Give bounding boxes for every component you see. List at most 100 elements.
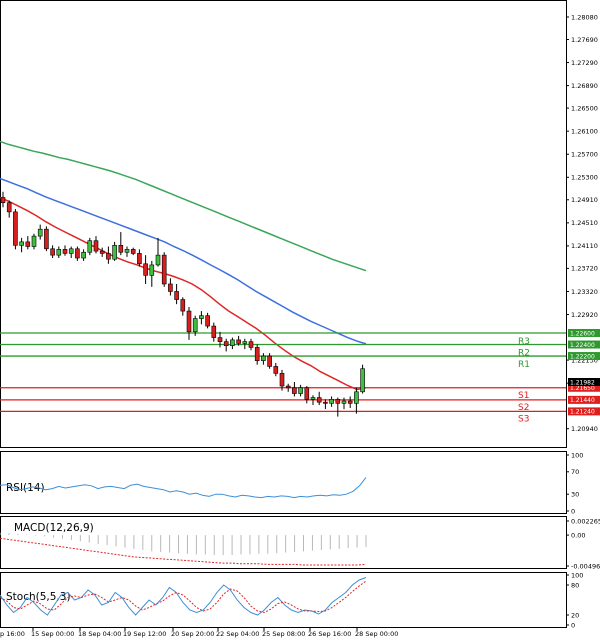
candle-body-down (118, 245, 124, 253)
candle-body-down (99, 250, 105, 254)
candle-body-up (124, 249, 130, 253)
candle-body-down (273, 366, 279, 374)
candle-body-up (87, 240, 93, 253)
candle-body-up (354, 391, 359, 404)
indicator-tick-label: 80 (571, 581, 579, 589)
candle-body-down (62, 249, 68, 254)
time-tick-label: 22 Sep 04:00 (216, 630, 259, 638)
price-chart: R3R2R1S1S2S3 1.280801.276901.272901.2689… (0, 0, 600, 643)
candle-body-down (335, 398, 341, 404)
stoch-label: Stoch(5,5,3) (6, 591, 71, 603)
candle-body-down (285, 385, 291, 389)
level-label-r3: R3 (518, 337, 530, 347)
candle-body-down (186, 310, 192, 333)
current-price-box: 1.21982 (568, 378, 600, 387)
price-tick-label: 1.25700 (571, 151, 598, 159)
candle-body-down (205, 315, 210, 327)
price-tick-label: 1.27690 (571, 36, 598, 44)
candle-body-down (6, 202, 12, 213)
candle-body-down (93, 240, 99, 252)
candle-body-up (112, 245, 117, 260)
level-price-label: 1.22400 (570, 342, 595, 349)
time-tick-label: 18 Sep 04:00 (78, 630, 121, 638)
candle-body-down (130, 249, 136, 254)
time-tick-label: 19 Sep 12:00 (123, 630, 166, 638)
price-tick-label: 1.23720 (571, 265, 598, 273)
candle-body-down (292, 387, 297, 394)
candle (360, 364, 365, 394)
candle-body-down (254, 347, 260, 361)
candle-body-down (50, 248, 55, 256)
macd-label: MACD(12,26,9) (14, 522, 94, 534)
indicator-tick-label: 0 (571, 507, 575, 515)
price-tick-label: 1.25300 (571, 174, 598, 182)
time-tick-label: 20 Sep 20:00 (171, 630, 214, 638)
indicator-tick-label: -0.004961 (571, 562, 600, 570)
candle-body-down (143, 263, 148, 276)
price-tick-label: 1.28080 (571, 13, 598, 21)
indicator-tick-label: 70 (571, 468, 579, 476)
time-tick-label: 26 Sep 16:00 (308, 630, 351, 638)
price-tick-label: 1.20940 (571, 425, 598, 433)
time-axis: p 16:00 15 Sep 00:00 18 Sep 04:00 19 Sep 1… (0, 628, 398, 638)
time-tick-label: 25 Sep 08:00 (262, 630, 305, 638)
candle-body-up (31, 235, 37, 247)
candle-body-up (192, 318, 198, 333)
candle (13, 209, 18, 250)
level-label-r2: R2 (518, 349, 530, 359)
level-price-label: 1.22200 (570, 353, 595, 360)
candle (161, 252, 167, 287)
candle-body-down (217, 337, 223, 342)
indicator-tick-label: 0 (571, 621, 575, 629)
candle-body-up (155, 254, 161, 266)
candle-body-down (161, 254, 167, 285)
price-tick-label: 1.22920 (571, 311, 598, 319)
candle-body-up (81, 251, 86, 259)
candle-body-down (174, 291, 179, 300)
candle-body-down (211, 325, 217, 338)
candle-body-down (0, 197, 6, 203)
level-label-s3: S3 (518, 414, 529, 424)
candle-body-up (199, 315, 204, 319)
indicator-tick-label: 0.00 (571, 531, 585, 539)
time-tick-partial: p 16:00 (0, 630, 25, 638)
price-tick-label: 1.24510 (571, 219, 598, 227)
indicator-tick-label: 100 (571, 451, 583, 459)
candle-body-down (25, 241, 31, 247)
candle-body-down (304, 387, 310, 400)
indicator-tick-label: 30 (571, 491, 579, 499)
level-price-label: 1.21440 (570, 397, 595, 404)
level-label-r1: R1 (518, 360, 530, 370)
candle-body-up (149, 264, 155, 276)
candle-body-up (310, 397, 316, 400)
time-tick-label: 28 Sep 00:00 (355, 630, 398, 638)
current-price-label: 1.21982 (570, 380, 595, 387)
candle-body-up (298, 387, 303, 394)
candle-body-up (230, 339, 235, 346)
candle-body-down (279, 373, 285, 387)
price-tick-label: 1.23320 (571, 288, 598, 296)
indicator-tick-label: 0.002265 (571, 517, 600, 525)
candle-body-down (137, 253, 142, 265)
candle-body-down (316, 397, 322, 403)
candle-body-up (37, 228, 43, 237)
candle-body-down (267, 355, 272, 367)
candle-body-down (13, 211, 18, 246)
candle-body-up (68, 248, 74, 254)
candle-body-down (248, 341, 254, 348)
price-tick-label: 1.26100 (571, 127, 598, 135)
candle (87, 237, 93, 256)
candle-body-down (223, 341, 229, 346)
candle-body-down (180, 299, 186, 312)
candle-body-up (261, 355, 266, 361)
candle-body-up (341, 400, 347, 404)
price-tick-label: 1.27290 (571, 59, 598, 67)
level-price-label: 1.22600 (570, 330, 595, 337)
candle-body-down (75, 248, 80, 259)
candle (44, 226, 49, 252)
price-tick-label: 1.26500 (571, 104, 598, 112)
candle-body-down (44, 228, 49, 250)
candle-body-up (329, 398, 334, 404)
candle-body-down (106, 253, 111, 260)
candle-body-down (323, 401, 328, 404)
